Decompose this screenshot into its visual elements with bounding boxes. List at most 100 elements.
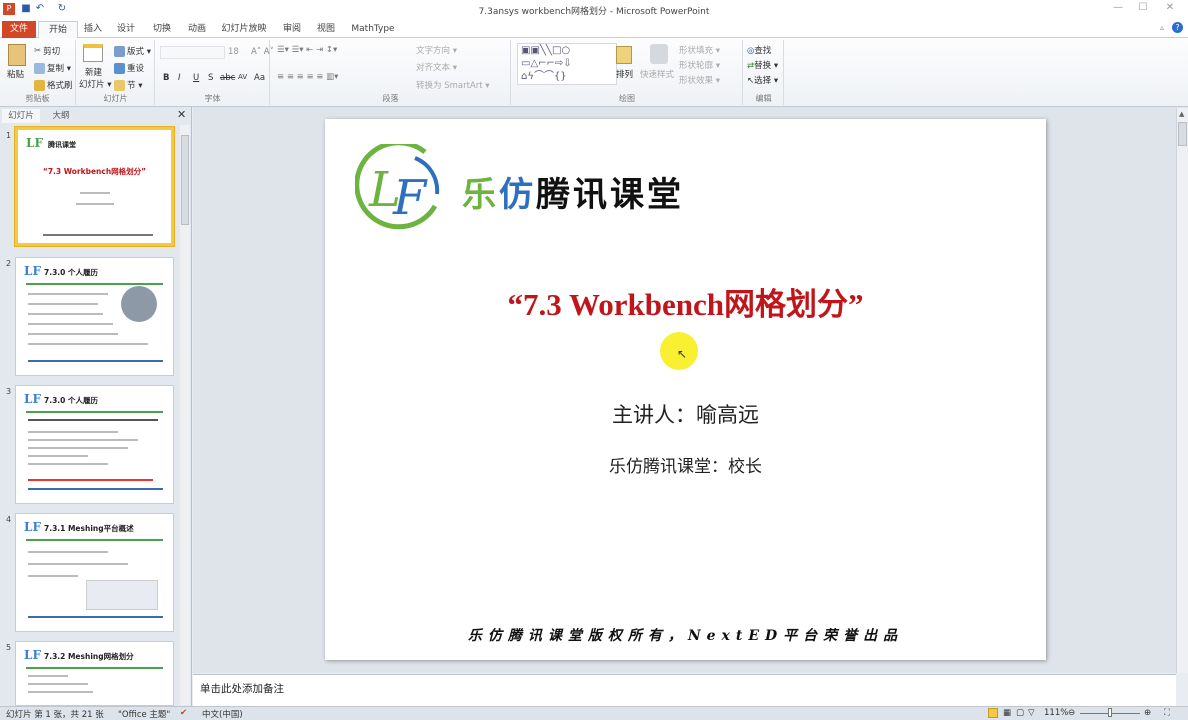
slide-canvas[interactable]: L F 乐仿腾讯课堂 “7.3 Workbench网格划分” ↖ 主讲人：喻高远… [325, 119, 1046, 660]
tab-slideshow[interactable]: 幻灯片放映 [220, 21, 268, 38]
pane-scroll-thumb[interactable] [181, 135, 189, 225]
slide-thumbnail-2[interactable]: LF 7.3.0 个人履历 [15, 257, 174, 376]
font-name-input[interactable] [160, 46, 225, 59]
close-pane-icon[interactable]: ✕ [177, 108, 186, 121]
copy-icon [34, 63, 45, 74]
theme-name[interactable]: "Office 主题" [118, 708, 170, 720]
layout-icon [114, 46, 125, 57]
select-button[interactable]: ↖选择 ▾ [747, 74, 778, 86]
section-button[interactable]: 节 ▾ [114, 79, 142, 91]
list-buttons[interactable]: ☰▾ ☰▾ ⇤ ⇥ ↕▾ [277, 45, 337, 55]
shadow-button[interactable]: S [208, 73, 213, 83]
pane-scrollbar[interactable] [180, 125, 190, 705]
new-slide-icon[interactable] [83, 44, 103, 62]
tab-file[interactable]: 文件 [2, 21, 36, 38]
strikethrough-button[interactable]: abc [220, 73, 235, 83]
zoom-slider-thumb[interactable] [1108, 708, 1112, 717]
editor-scroll-thumb[interactable] [1178, 122, 1187, 146]
quick-styles-icon[interactable] [650, 44, 668, 64]
reading-view-icon[interactable]: ▢ [1016, 708, 1024, 718]
replace-button[interactable]: ⇄替换 ▾ [747, 59, 778, 71]
tab-animations[interactable]: 动画 [183, 21, 211, 38]
slideshow-icon[interactable]: ▽ [1028, 708, 1035, 718]
slide-title[interactable]: “7.3 Workbench网格划分” [325, 279, 1046, 324]
close-button[interactable]: ✕ [1158, 2, 1182, 16]
editor-scrollbar[interactable]: ▲ [1176, 108, 1188, 673]
layout-button[interactable]: 版式 ▾ [114, 45, 151, 57]
zoom-out-button[interactable]: ⊖ [1068, 708, 1075, 718]
slide-thumbnail-4[interactable]: LF 7.3.1 Meshing平台概述 [15, 513, 174, 632]
tab-view[interactable]: 视图 [314, 21, 338, 38]
thumb-number: 3 [6, 387, 12, 396]
thumb-number: 4 [6, 515, 12, 524]
maximize-button[interactable]: ☐ [1131, 2, 1155, 16]
quick-styles-button[interactable]: 快速样式 [640, 68, 674, 80]
new-slide-label[interactable]: 新建 [85, 66, 102, 78]
copy-button[interactable]: 复制 ▾ [34, 62, 71, 74]
language[interactable]: 中文(中国) [202, 708, 243, 720]
notes-area[interactable]: 单击此处添加备注 [193, 674, 1176, 706]
slide-sorter-icon[interactable]: ▦ [1003, 708, 1011, 718]
tab-mathtype[interactable]: MathType [350, 21, 396, 38]
thumb-line [28, 563, 128, 565]
tab-outline[interactable]: 大纲 [42, 109, 80, 123]
arrange-button[interactable]: 排列 [616, 68, 633, 80]
tab-transitions[interactable]: 切换 [148, 21, 176, 38]
thumb-screenshot [86, 580, 158, 610]
scroll-up-icon[interactable]: ▲ [1179, 110, 1184, 118]
paragraph-label: 段落 [382, 94, 399, 103]
thumb-line [28, 323, 113, 325]
text-direction-button[interactable]: 文字方向 ▾ [416, 44, 457, 56]
tab-slides[interactable]: 幻灯片 [2, 109, 40, 123]
reset-button[interactable]: 重设 [114, 62, 144, 74]
tab-home[interactable]: 开始 [38, 21, 78, 38]
brand-char-1: 乐 [462, 175, 499, 215]
slide-thumbnail-1[interactable]: LF 腾讯课堂 “7.3 Workbench网格划分” [15, 127, 174, 246]
new-slide-dropdown[interactable]: 幻灯片 ▾ [79, 78, 111, 90]
zoom-in-button[interactable]: ⊕ [1144, 708, 1151, 718]
font-size-input[interactable]: 18 [228, 47, 239, 57]
fit-to-window-icon[interactable]: ⛶ [1164, 708, 1170, 718]
align-text-button[interactable]: 对齐文本 ▾ [416, 61, 457, 73]
thumb-line [28, 551, 108, 553]
thumb-line [76, 203, 114, 205]
paste-icon[interactable] [8, 44, 26, 66]
format-painter-button[interactable]: 格式刷 [34, 79, 73, 91]
zoom-level[interactable]: 111% [1044, 708, 1068, 718]
char-spacing-button[interactable]: AV [238, 73, 247, 81]
tab-review[interactable]: 审阅 [280, 21, 304, 38]
tab-design[interactable]: 设计 [112, 21, 140, 38]
paste-button[interactable]: 粘贴 [7, 68, 24, 80]
normal-view-icon[interactable] [988, 708, 998, 718]
role-text[interactable]: 乐仿腾讯课堂：校长 [325, 452, 1046, 477]
change-case-button[interactable]: Aa [254, 73, 265, 83]
minimize-button[interactable]: — [1106, 2, 1130, 16]
thumb-line [28, 479, 153, 481]
cut-button[interactable]: ✂ 剪切 [34, 45, 60, 57]
slides-group: 新建 幻灯片 ▾ 版式 ▾ 重设 节 ▾ 幻灯片 [77, 40, 155, 105]
thumb-line [28, 575, 78, 577]
tab-insert[interactable]: 插入 [80, 21, 106, 38]
underline-button[interactable]: U [193, 73, 199, 83]
shapes-gallery[interactable]: ▣▣╲╲□○ ▭△⌐⌐⇨⇩ ⌂ϟ⌒⌒{} [517, 43, 617, 85]
thumb-divider [26, 539, 163, 541]
spellcheck-icon[interactable]: ✔ [180, 708, 187, 718]
layout-label: 版式 ▾ [127, 47, 151, 57]
shape-fill-button[interactable]: 形状填充 ▾ [679, 44, 720, 56]
ribbon: 粘贴 ✂ 剪切 复制 ▾ 格式刷 剪贴板 新建 幻灯片 ▾ 版式 ▾ 重设 节 ▾… [0, 38, 1188, 107]
slide-thumbnail-5[interactable]: LF 7.3.2 Meshing网格划分 [15, 641, 174, 706]
help-icon[interactable]: ? [1172, 22, 1183, 33]
drawing-label: 绘图 [619, 94, 635, 103]
slide-thumbnail-3[interactable]: LF 7.3.0 个人履历 [15, 385, 174, 504]
convert-smartart-button[interactable]: 转换为 SmartArt ▾ [416, 79, 490, 91]
find-button[interactable]: ◎查找 [747, 44, 771, 56]
ribbon-tabs: 文件 开始 插入 设计 切换 动画 幻灯片放映 审阅 视图 MathType ▵… [0, 19, 1188, 38]
bold-button[interactable]: B [163, 73, 169, 83]
arrange-icon[interactable] [616, 46, 632, 64]
italic-button[interactable]: I [178, 73, 181, 83]
shape-outline-button[interactable]: 形状轮廓 ▾ [679, 59, 720, 71]
speaker-text[interactable]: 主讲人：喻高远 [325, 399, 1046, 429]
align-buttons[interactable]: ≡ ≡ ≡ ≡ ≡ ▥▾ [277, 72, 338, 82]
collapse-ribbon-icon[interactable]: ▵ [1160, 23, 1164, 32]
shape-effects-button[interactable]: 形状效果 ▾ [679, 74, 720, 86]
